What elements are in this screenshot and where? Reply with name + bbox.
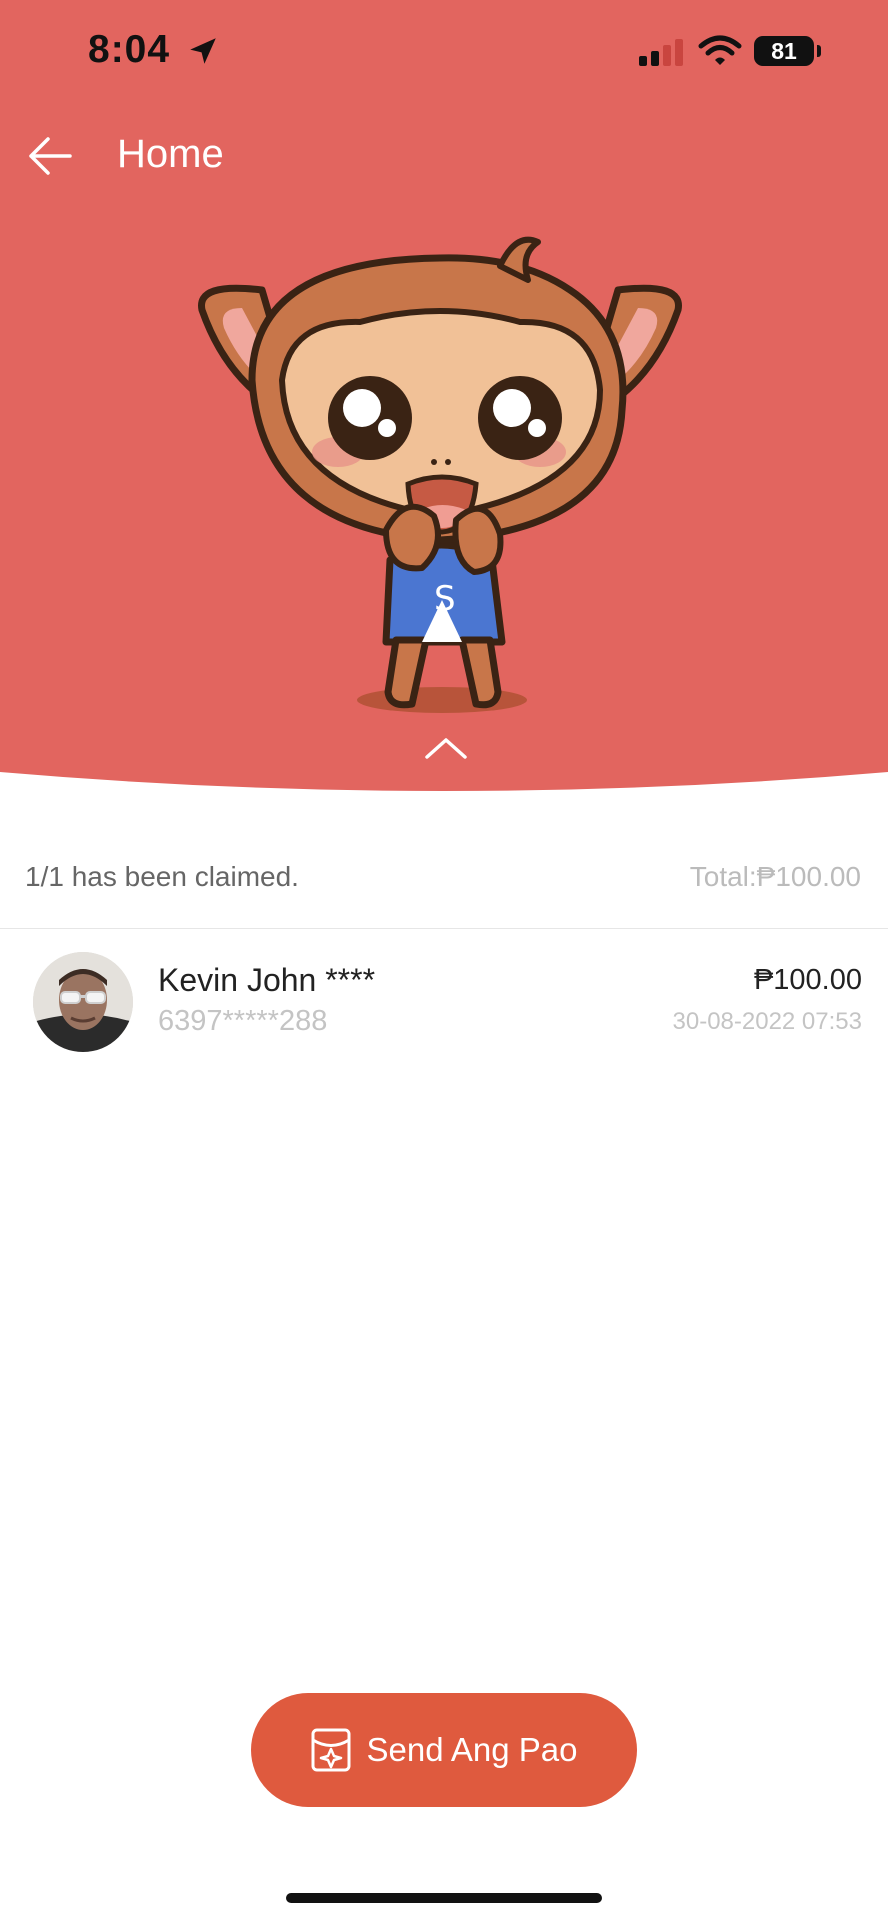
arrow-left-icon <box>29 137 72 175</box>
list-item: Kevin John **** 6397*****288 ₱100.00 30-… <box>0 940 888 1070</box>
header-curve <box>0 772 888 820</box>
red-envelope-icon <box>310 1727 352 1773</box>
claimer-name: Kevin John **** <box>158 962 376 998</box>
status-time: 8:04 <box>88 28 171 71</box>
cellular-signal-icon <box>639 39 683 66</box>
claimer-phone: 6397*****288 <box>158 1005 328 1037</box>
claimed-count: 1/1 has been claimed. <box>25 861 299 892</box>
send-ang-pao-button[interactable]: Send Ang Pao <box>251 1693 637 1807</box>
avatar <box>33 952 133 1052</box>
home-indicator[interactable] <box>286 1893 602 1903</box>
nav-bar: Home <box>0 120 888 190</box>
chevron-up-icon <box>425 738 467 759</box>
monkey-mascot: S <box>198 236 682 713</box>
location-arrow-icon <box>190 38 216 64</box>
total-amount: Total:₱100.00 <box>689 861 861 892</box>
battery-tip <box>817 45 821 57</box>
claim-datetime: 30-08-2022 07:53 <box>672 1008 863 1035</box>
claim-amount: ₱100.00 <box>753 964 862 996</box>
battery-icon: 81 <box>754 36 814 66</box>
page-title: Home <box>117 132 224 176</box>
status-bar: 8:04 81 <box>0 0 888 100</box>
back-button[interactable] <box>22 128 78 184</box>
collapse-button[interactable] <box>418 730 474 766</box>
claim-summary: 1/1 has been claimed. Total:₱100.00 <box>0 840 888 929</box>
send-button-label: Send Ang Pao <box>366 1731 578 1768</box>
wifi-icon <box>698 35 742 65</box>
battery-level: 81 <box>771 38 797 64</box>
